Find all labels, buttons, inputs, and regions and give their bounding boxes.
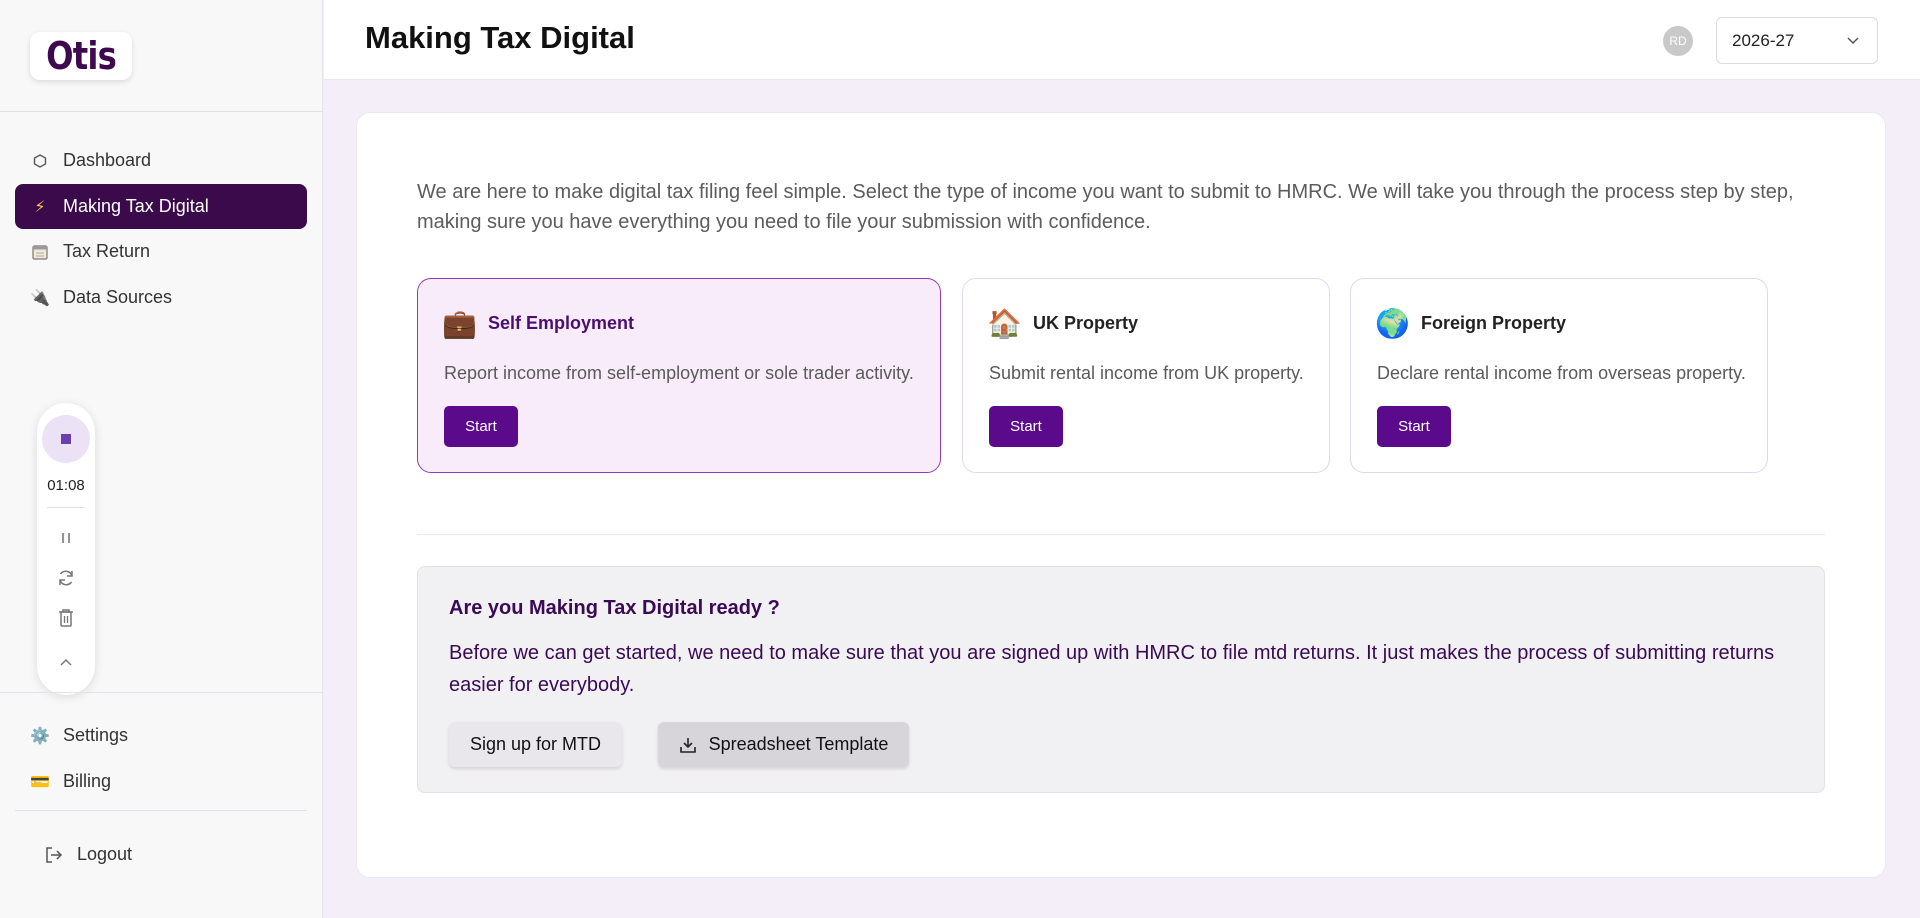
income-card-title: Self Employment (488, 313, 635, 333)
income-card-description: Submit rental income from UK property. (989, 363, 1304, 383)
house-icon: 🏠 (987, 308, 1022, 339)
sidebar-item-label: Dashboard (63, 150, 152, 170)
spreadsheet-template-button[interactable]: Spreadsheet Template (658, 722, 909, 767)
sidebar-item-label: Tax Return (63, 241, 151, 261)
logout-button[interactable]: Logout (15, 832, 307, 877)
restart-button[interactable] (51, 563, 81, 593)
tax-year-select[interactable]: 2026-27 (1716, 17, 1878, 64)
calendar-icon (29, 243, 51, 261)
mtd-readiness-panel: Are you Making Tax Digital ready ? Befor… (417, 566, 1825, 793)
chevron-down-icon (1845, 30, 1861, 55)
pause-icon (62, 533, 70, 543)
start-self-employment-button[interactable]: Start (444, 406, 518, 447)
logout-label: Logout (77, 844, 133, 864)
spreadsheet-template-label: Spreadsheet Template (708, 734, 889, 754)
trash-icon (59, 609, 73, 627)
sidebar-divider (15, 810, 307, 811)
page-title: Making Tax Digital (365, 20, 635, 55)
tax-year-value: 2026-27 (1732, 30, 1795, 50)
income-card-description: Report income from self-employment or so… (444, 363, 914, 383)
recording-widget: 01:08 (37, 403, 95, 695)
logo-text: Otis (46, 34, 117, 78)
income-card-uk-property[interactable]: 🏠 UK Property Submit rental income from … (962, 278, 1330, 473)
income-card-description: Declare rental income from overseas prop… (1377, 363, 1746, 383)
sidebar-item-tax-return[interactable]: Tax Return (15, 229, 307, 274)
pause-button[interactable] (51, 523, 81, 553)
sidebar-item-label: Data Sources (63, 287, 173, 307)
collapse-recorder-button[interactable] (51, 647, 81, 677)
income-card-foreign-property[interactable]: 🌍 Foreign Property Declare rental income… (1350, 278, 1768, 473)
gear-icon: ⚙️ (30, 727, 50, 745)
plug-icon: 🔌 (30, 289, 50, 307)
mtd-text: Before we can get started, we need to ma… (449, 642, 1775, 696)
income-card-self-employment[interactable]: 💼 Self Employment Report income from sel… (417, 278, 941, 473)
credit-card-icon: 💳 (30, 773, 50, 791)
sidebar-item-data-sources[interactable]: 🔌 Data Sources (15, 275, 307, 320)
sign-up-mtd-button[interactable]: Sign up for MTD (449, 722, 622, 767)
sidebar-item-billing[interactable]: 💳 Billing (15, 759, 307, 804)
mtd-title: Are you Making Tax Digital ready ? (449, 597, 780, 619)
recorder-divider (47, 507, 85, 508)
stop-icon (61, 434, 71, 444)
start-foreign-property-button[interactable]: Start (1377, 406, 1451, 447)
sidebar-item-label: Settings (63, 725, 129, 745)
sign-up-mtd-label: Sign up for MTD (469, 734, 602, 754)
delete-recording-button[interactable] (51, 603, 81, 633)
globe-icon: 🌍 (1375, 308, 1410, 339)
sidebar-item-label: Billing (63, 771, 112, 791)
briefcase-icon: 💼 (442, 308, 477, 339)
sidebar: Otis Dashboard ⚡ Making Tax Digital Tax … (0, 0, 323, 918)
income-card-title: UK Property (1033, 313, 1139, 333)
sidebar-divider (0, 692, 323, 693)
recording-timer: 01:08 (47, 477, 85, 494)
income-card-title: Foreign Property (1421, 313, 1567, 333)
top-header: Making Tax Digital RD 2026-27 (324, 0, 1920, 80)
avatar[interactable]: RD (1663, 26, 1693, 56)
brand-logo[interactable]: Otis (30, 32, 132, 80)
sidebar-item-label: Making Tax Digital (63, 196, 209, 216)
sidebar-item-settings[interactable]: ⚙️ Settings (15, 713, 307, 758)
stop-recording-button[interactable] (42, 415, 90, 463)
logout-icon (43, 846, 65, 864)
lightning-icon: ⚡ (34, 198, 46, 216)
sidebar-divider (0, 111, 323, 112)
download-icon (679, 736, 697, 754)
chevron-up-icon (60, 658, 72, 666)
refresh-icon (59, 570, 73, 586)
intro-text: We are here to make digital tax filing f… (417, 181, 1794, 233)
hexagon-icon (29, 153, 51, 168)
start-uk-property-button[interactable]: Start (989, 406, 1063, 447)
main-card: We are here to make digital tax filing f… (356, 112, 1886, 878)
sidebar-item-making-tax-digital[interactable]: ⚡ Making Tax Digital (15, 184, 307, 229)
section-divider (417, 534, 1825, 535)
sidebar-item-dashboard[interactable]: Dashboard (15, 138, 307, 183)
